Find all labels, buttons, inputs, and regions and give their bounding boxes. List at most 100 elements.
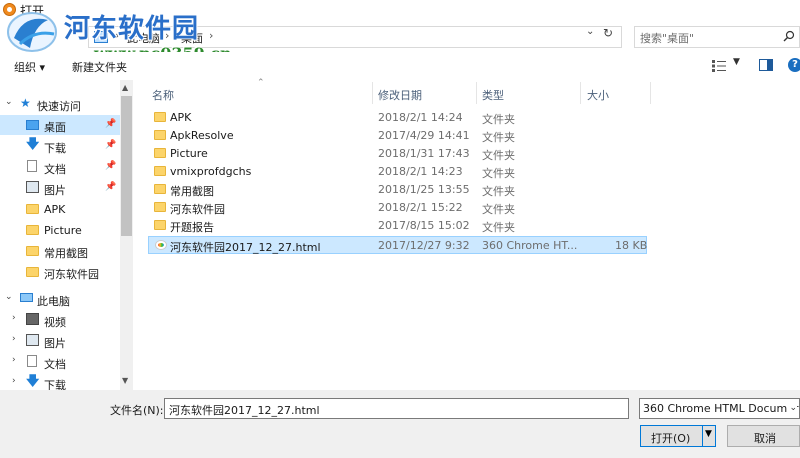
nav-item-label: 下载	[44, 142, 66, 155]
folder-icon	[154, 112, 166, 122]
expand-chevron-icon[interactable]: ›	[12, 355, 16, 365]
nav-this-pc[interactable]: ⌄ 此电脑	[0, 289, 120, 309]
nav-item-screenshots[interactable]: 常用截图	[0, 241, 120, 261]
nav-item-label: 图片	[44, 184, 66, 197]
collapse-chevron-icon[interactable]: ⌄	[5, 97, 13, 107]
nav-pc-downloads[interactable]: › 🡇 下载	[0, 373, 120, 390]
preview-pane-icon[interactable]	[759, 59, 773, 71]
desktop-icon	[26, 120, 39, 130]
column-name[interactable]: 名称	[152, 87, 174, 103]
nav-item-pictures[interactable]: 图片 📌	[0, 178, 120, 198]
open-file-dialog: 打开 › 此电脑 › 桌面 › ⌄ ↻ 搜索"桌面" 河东软件园 www.pc0…	[0, 0, 800, 458]
file-row-hedong[interactable]: 河东软件园 2018/2/1 15:22 文件夹	[148, 199, 647, 217]
view-options-chevron-down-icon[interactable]: ▼	[733, 57, 740, 67]
column-divider[interactable]	[476, 82, 477, 104]
folder-icon	[26, 204, 39, 214]
watermark-title: 河东软件园	[64, 14, 200, 44]
nav-scrollbar-thumb[interactable]	[121, 96, 132, 236]
column-type[interactable]: 类型	[482, 87, 504, 103]
file-modified: 2018/2/1 15:22	[378, 201, 463, 214]
column-modified[interactable]: 修改日期	[378, 87, 422, 103]
file-row-apkresolve[interactable]: ApkResolve 2017/4/29 14:41 文件夹	[148, 127, 647, 145]
computer-icon	[20, 293, 33, 302]
pin-icon[interactable]: 📌	[105, 182, 116, 192]
nav-item-label: 文档	[44, 163, 66, 176]
toolbar: 组织 ▾ 新建文件夹	[0, 52, 800, 80]
search-icon[interactable]	[783, 30, 795, 42]
navigation-pane: ⌄ ★ 快速访问 桌面 📌 🡇 下载 📌 文档 📌 图片 📌 APK Pictu…	[0, 80, 133, 390]
nav-quick-access[interactable]: ⌄ ★ 快速访问	[0, 94, 120, 114]
help-icon[interactable]: ?	[788, 58, 800, 72]
nav-item-downloads[interactable]: 🡇 下载 📌	[0, 136, 120, 156]
folder-icon	[26, 225, 39, 235]
file-row-screenshots[interactable]: 常用截图 2018/1/25 13:55 文件夹	[148, 181, 647, 199]
column-divider[interactable]	[580, 82, 581, 104]
nav-item-desktop[interactable]: 桌面 📌	[0, 115, 120, 135]
nav-this-pc-label: 此电脑	[37, 295, 70, 308]
file-modified: 2018/1/31 17:43	[378, 147, 470, 160]
search-input[interactable]: 搜索"桌面"	[634, 26, 800, 48]
column-header: 名称 修改日期 类型 大小	[133, 80, 800, 104]
pin-icon[interactable]: 📌	[105, 119, 116, 129]
column-size[interactable]: 大小	[587, 87, 609, 103]
view-options-icon[interactable]	[712, 60, 726, 72]
column-divider[interactable]	[372, 82, 373, 104]
nav-quick-access-label: 快速访问	[37, 100, 81, 113]
watermark-logo	[7, 12, 57, 52]
folder-icon	[154, 202, 166, 212]
pin-icon[interactable]: 📌	[105, 140, 116, 150]
file-name: 开题报告	[170, 221, 214, 234]
scroll-up-icon[interactable]: ▲	[122, 83, 128, 92]
nav-pc-videos[interactable]: › 视频	[0, 310, 120, 330]
nav-item-label: APK	[44, 203, 66, 216]
folder-icon	[154, 130, 166, 140]
file-size: 18 KB	[615, 239, 648, 252]
breadcrumb-separator-icon[interactable]: ›	[209, 29, 213, 42]
nav-pc-documents[interactable]: › 文档	[0, 352, 120, 372]
file-type: 文件夹	[482, 185, 515, 198]
search-placeholder: 搜索"桌面"	[640, 32, 695, 45]
nav-item-label: 桌面	[44, 121, 66, 134]
file-modified: 2018/2/1 14:23	[378, 165, 463, 178]
file-row-apk[interactable]: APK 2018/2/1 14:24 文件夹	[148, 109, 647, 127]
nav-item-label: 下载	[44, 379, 66, 390]
file-row-thesis[interactable]: 开题报告 2017/8/15 15:02 文件夹	[148, 217, 647, 235]
expand-chevron-icon[interactable]: ›	[12, 313, 16, 323]
file-type: 360 Chrome HT...	[482, 239, 578, 252]
nav-item-documents[interactable]: 文档 📌	[0, 157, 120, 177]
open-options-chevron-down-icon[interactable]: ▼	[705, 429, 712, 439]
cancel-button[interactable]: 取消	[727, 425, 800, 447]
collapse-chevron-icon[interactable]: ⌄	[5, 292, 13, 302]
file-row-vmixprofdgchs[interactable]: vmixprofdgchs 2018/2/1 14:23 文件夹	[148, 163, 647, 181]
nav-item-hedong[interactable]: 河东软件园	[0, 262, 120, 282]
chevron-down-icon[interactable]: ⌄	[787, 403, 797, 413]
nav-item-apk[interactable]: APK	[0, 199, 120, 219]
address-history-chevron-down-icon[interactable]: ⌄	[586, 26, 600, 46]
html-file-icon	[155, 240, 167, 250]
file-type: 文件夹	[482, 221, 515, 234]
folder-icon	[154, 148, 166, 158]
file-row-picture[interactable]: Picture 2018/1/31 17:43 文件夹	[148, 145, 647, 163]
organize-button[interactable]: 组织 ▾	[14, 59, 45, 75]
filename-input[interactable]: 河东软件园2017_12_27.html	[164, 398, 629, 419]
nav-item-label: 图片	[44, 337, 66, 350]
file-type: 文件夹	[482, 167, 515, 180]
nav-item-picture[interactable]: Picture	[0, 220, 120, 240]
folder-icon	[154, 220, 166, 230]
pin-icon[interactable]: 📌	[105, 161, 116, 171]
cancel-button-label: 取消	[754, 432, 776, 445]
filetype-select[interactable]: 360 Chrome HTML Documer ⌄	[639, 398, 800, 419]
file-name: 常用截图	[170, 185, 214, 198]
file-name: Picture	[170, 147, 208, 160]
file-row-html[interactable]: 河东软件园2017_12_27.html 2017/12/27 9:32 360…	[148, 236, 647, 254]
folder-icon	[26, 267, 39, 277]
column-divider[interactable]	[650, 82, 651, 104]
expand-chevron-icon[interactable]: ›	[12, 334, 16, 344]
nav-pc-pictures[interactable]: › 图片	[0, 331, 120, 351]
filetype-value: 360 Chrome HTML Documer	[643, 402, 799, 415]
open-button[interactable]: 打开(O) ▼	[640, 425, 716, 447]
new-folder-button[interactable]: 新建文件夹	[72, 59, 127, 75]
scroll-down-icon[interactable]: ▼	[122, 376, 128, 385]
expand-chevron-icon[interactable]: ›	[12, 376, 16, 386]
refresh-icon[interactable]: ↻	[603, 26, 619, 46]
